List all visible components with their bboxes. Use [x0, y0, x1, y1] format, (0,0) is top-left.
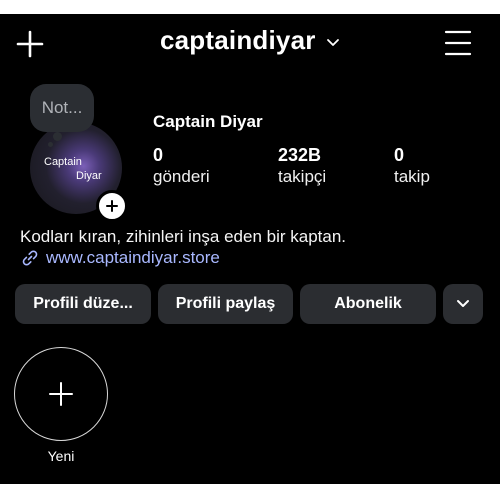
- new-highlight-label: Yeni: [47, 448, 75, 464]
- stat-label: takipçi: [278, 167, 327, 186]
- note-text: Not...: [41, 98, 83, 117]
- menu-button[interactable]: [443, 29, 473, 57]
- share-profile-button[interactable]: Profili paylaş: [158, 284, 293, 324]
- add-story-icon: [106, 200, 118, 212]
- new-highlight-button[interactable]: [14, 347, 108, 441]
- stat-count: 0: [394, 145, 405, 165]
- link-icon: [22, 250, 38, 266]
- hamburger-menu-icon: [444, 30, 472, 56]
- avatar-text-line1: Captain: [44, 156, 82, 168]
- chevron-down-icon: [457, 300, 469, 307]
- note-bubble[interactable]: Not...: [30, 84, 94, 132]
- profile-screen: captaindiyar Captain Diyar Not... Captai…: [0, 14, 500, 484]
- add-story-button[interactable]: [96, 190, 128, 222]
- subscription-button[interactable]: Abonelik: [300, 284, 436, 324]
- stat-count: 232B: [278, 145, 322, 165]
- profile-header: captaindiyar: [0, 14, 500, 72]
- plus-icon: [49, 382, 73, 406]
- note-bubble-tail-small: [48, 142, 53, 147]
- suggested-accounts-button[interactable]: [443, 284, 483, 324]
- stat-label: gönderi: [153, 167, 210, 186]
- note-bubble-tail: [53, 132, 62, 141]
- stat-count: 0: [153, 145, 164, 165]
- profile-link[interactable]: www.captaindiyar.store: [20, 248, 220, 268]
- stat-followers[interactable]: 232B takipçi: [278, 144, 326, 188]
- edit-profile-button[interactable]: Profili düze...: [15, 284, 151, 324]
- avatar-text-line2: Diyar: [76, 170, 102, 182]
- chevron-down-icon: [327, 38, 339, 46]
- username: captaindiyar: [159, 25, 316, 55]
- display-name: Captain Diyar: [153, 112, 263, 131]
- profile-bio: Kodları kıran, zihinleri inşa eden bir k…: [20, 227, 347, 246]
- stat-label: takip: [394, 167, 430, 186]
- stat-following[interactable]: 0 takip: [394, 144, 430, 188]
- profile-link-text: www.captaindiyar.store: [46, 248, 220, 267]
- stat-posts[interactable]: 0 gönderi: [153, 144, 210, 188]
- account-switcher[interactable]: captaindiyar: [0, 25, 500, 56]
